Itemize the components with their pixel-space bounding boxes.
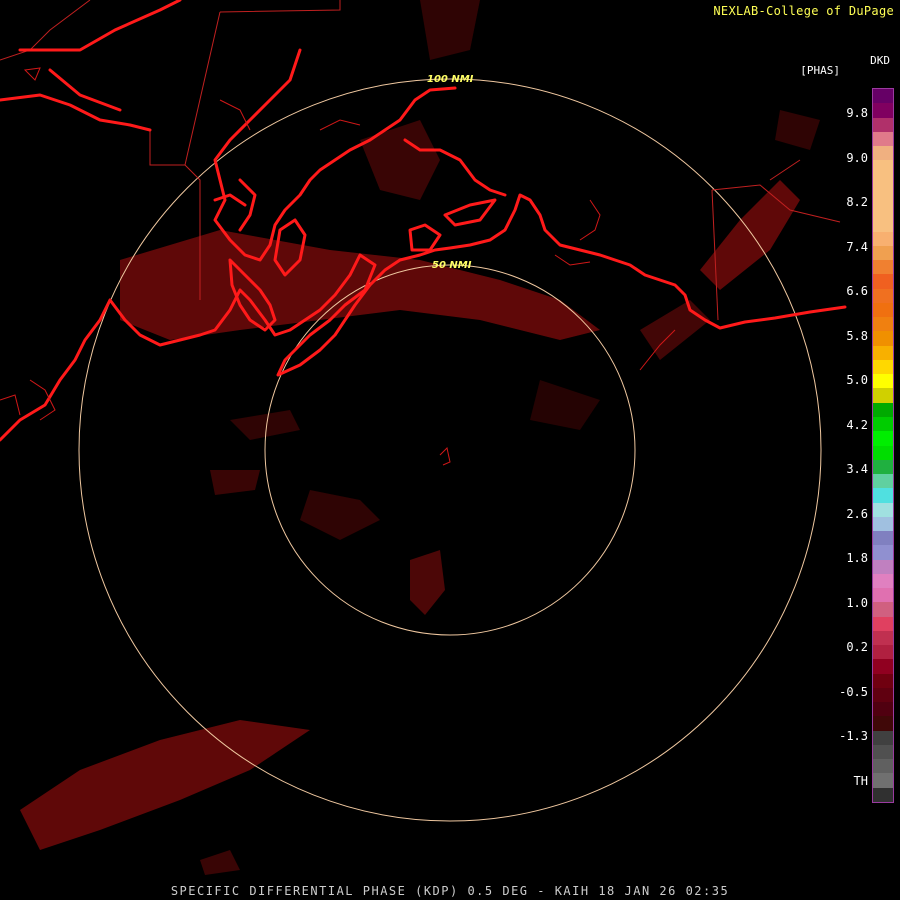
units-label: [PHAS] [800,64,840,77]
legend-color-swatch [873,773,893,789]
legend-tick-label: 9.8 [846,106,868,120]
legend-color-swatch [873,502,893,518]
legend-color-swatch [873,217,893,233]
legend-tick-label: -0.5 [839,684,868,699]
legend-tick-label: 5.8 [846,328,868,343]
legend-color-swatch [873,474,893,489]
legend-color-swatch [873,302,893,318]
legend-color-swatch [873,160,893,176]
echo-returns [20,0,820,875]
legend-tick-label: 4.2 [846,417,868,432]
color-legend-bar [872,88,894,803]
legend-color-swatch [873,331,893,347]
legend-tick-label: 6.6 [846,284,868,298]
legend-color-swatch [873,117,893,133]
legend-color-swatch [873,103,893,118]
legend-color-swatch [873,445,893,461]
legend-color-swatch [873,416,893,432]
legend-color-swatch [873,89,893,104]
legend-color-swatch [873,274,893,290]
legend-color-swatch [873,317,893,332]
product-code-label: DKD [870,54,890,67]
legend-tick-label: 9.0 [846,150,868,165]
legend-color-swatch [873,260,893,275]
radar-map[interactable]: 50 NMI 100 NMI [0,0,900,900]
legend-color-swatch [873,131,893,147]
range-ring-100nmi-label: 100 NMI [427,74,474,85]
credit-label: NEXLAB-College of DuPage [713,4,894,18]
legend-color-swatch [873,730,893,746]
legend-color-swatch [873,402,893,418]
legend-color-swatch [873,573,893,589]
legend-tick-label: 8.2 [846,195,868,209]
legend-color-swatch [873,630,893,646]
legend-color-swatch [873,359,893,375]
legend-tick-label: 1.8 [846,551,868,565]
legend-color-swatch [873,545,893,561]
legend-tick-label: 2.6 [846,506,868,521]
legend-color-swatch [873,188,893,204]
coastlines [0,0,847,442]
legend-color-swatch [873,702,893,717]
legend-color-swatch [873,588,893,603]
legend-color-swatch [873,459,893,475]
legend-color-swatch [873,744,893,760]
legend-tick-label: -1.3 [839,729,868,743]
legend-color-swatch [873,602,893,618]
legend-color-swatch [873,659,893,675]
range-ring-100nmi [78,78,822,822]
legend-color-swatch [873,759,893,774]
legend-tick-label: 5.0 [846,373,868,387]
legend-color-swatch [873,716,893,732]
legend-color-swatch [873,787,893,803]
legend-tick-label: 7.4 [846,239,868,254]
legend-tick-label: 0.2 [846,640,868,654]
legend-color-swatch [873,531,893,546]
legend-color-swatch [873,488,893,504]
legend-color-swatch [873,559,893,575]
legend-color-swatch [873,174,893,190]
legend-color-swatch [873,516,893,532]
legend-color-swatch [873,687,893,703]
range-rings [78,78,822,822]
range-ring-50nmi-label: 50 NMI [432,260,472,271]
legend-color-swatch [873,245,893,261]
legend-color-swatch [873,431,893,446]
legend-color-swatch [873,374,893,389]
legend-tick-label: 3.4 [846,462,868,476]
legend-color-swatch [873,616,893,632]
legend-color-swatch [873,231,893,247]
legend-tick-label: 1.0 [846,595,868,610]
legend-tick-label: TH [853,773,868,788]
legend-color-swatch [873,388,893,404]
legend-color-swatch [873,203,893,218]
legend-color-swatch [873,146,893,161]
legend-color-swatch [873,345,893,361]
legend-color-swatch [873,288,893,304]
product-caption: SPECIFIC DIFFERENTIAL PHASE (KDP) 0.5 DE… [170,884,730,898]
legend-color-swatch [873,645,893,660]
legend-color-swatch [873,673,893,689]
